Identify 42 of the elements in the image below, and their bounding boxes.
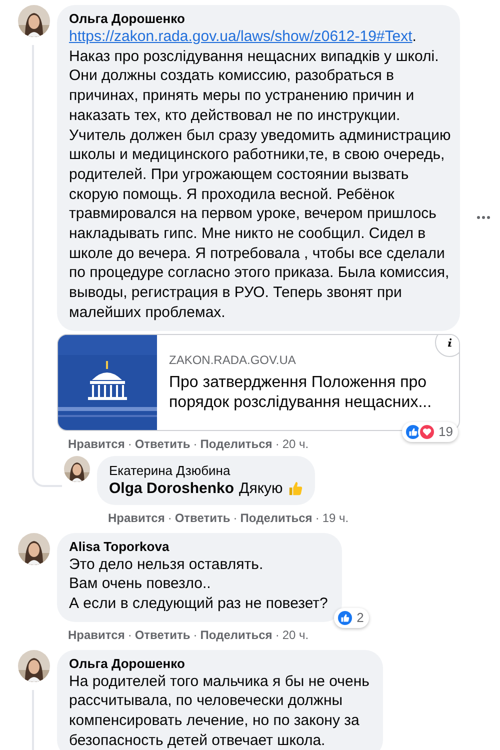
link-title[interactable]: Про затвердження Положення про порядок розслідування нещасних... — [169, 373, 432, 414]
action-link[interactable]: Нравится — [68, 434, 125, 453]
timestamp[interactable]: 19 ч. — [322, 508, 349, 527]
separator-dot: · — [128, 436, 132, 453]
like-icon — [336, 608, 354, 627]
avatar[interactable] — [18, 532, 50, 565]
separator-dot: · — [193, 626, 198, 644]
action-link[interactable]: Поделиться — [200, 434, 272, 453]
separator-dot: · — [275, 436, 280, 453]
author-name[interactable]: Екатерина Дзюбина — [109, 462, 303, 479]
url-link[interactable]: https://zakon.rada.gov.ua/laws/show/z0612-19#Text — [69, 28, 412, 45]
action-link[interactable]: Поделиться — [240, 508, 312, 527]
author-name[interactable]: Ольга Дорошенко — [69, 654, 372, 672]
reactions-badge[interactable]: 19 — [402, 422, 458, 442]
author-name[interactable]: Ольга Дорошенко — [69, 10, 448, 27]
separator-dot: · — [128, 626, 132, 644]
separator-dot: · — [315, 510, 320, 527]
action-link[interactable]: Поделиться — [200, 626, 272, 644]
action-link[interactable]: Ответить — [134, 434, 190, 453]
separator-dot: · — [275, 626, 280, 644]
link-domain: ZAKON.RADA.GOV.UA — [169, 352, 297, 370]
separator-dot: · — [193, 436, 198, 453]
comment-text: Дякую — [239, 478, 283, 499]
info-icon — [446, 336, 452, 348]
timestamp[interactable]: 20 ч. — [282, 626, 309, 644]
avatar[interactable] — [18, 650, 50, 682]
reactions-badge[interactable]: 2 — [334, 608, 369, 628]
avatar[interactable] — [64, 456, 90, 482]
comment-text: Это дело нельзя оставлять. Вам очень повезло.. А если в следующий раз не повезет? — [69, 554, 329, 614]
separator-dot: · — [233, 510, 238, 527]
action-link[interactable]: Нравится — [108, 508, 165, 527]
separator-dot: · — [168, 510, 172, 527]
thumbs-up-icon — [288, 481, 303, 496]
comment-text: На родителей того мальчика я бы не очень рассчитывала, по человечески должны компенсировать лечение, но по закону за безопасность детей отвечает школа. — [69, 672, 370, 750]
timestamp[interactable]: 20 ч. — [282, 434, 309, 453]
action-link[interactable]: Ответить — [174, 508, 230, 527]
author-name[interactable]: Alisa Toporkova — [69, 538, 330, 555]
action-link[interactable]: Нравится — [68, 626, 125, 644]
mention-link[interactable]: Olga Doroshenko — [109, 478, 234, 499]
avatar[interactable] — [18, 5, 50, 37]
comment-text: https://zakon.rada.gov.ua/laws/show/z0612-19#Text. Наказ про розслідування нещасних випадків у школі. Они должны создать комиссию, разобраться в причинах, принять меры по устранению причин и наказать тех, кто действовал не по инструкции. Учитель должен был сразу уведомить администрацию школы и медицинского работники,те, в свою очередь, родителей. При угрожающем состоянии вызвать скорую помощь. Я проходила весной. Ребёнок травмировался на первом уроке, вечером пришлось накладывать гипс. Мне никто не сообщил. Сидел в школе до вечера. Я потребовала , чтобы все сделали по процедуре согласно этого приказа. Была комиссия, выводы, регистрация в РУО. Теперь звонят при малейших проблемах. — [69, 27, 448, 323]
action-link[interactable]: Ответить — [134, 626, 190, 644]
